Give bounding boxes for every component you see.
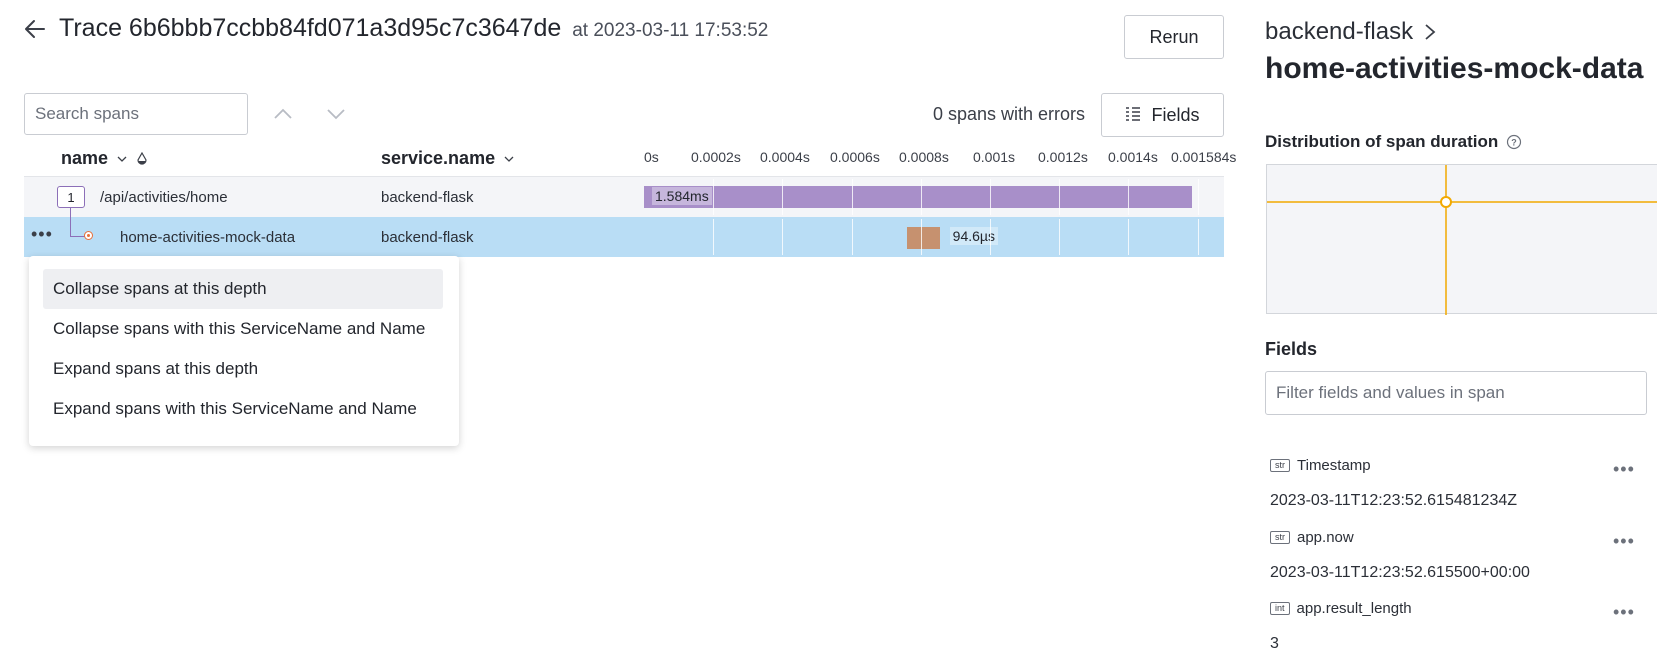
page-title: Trace 6b6bbb7ccbb84fd071a3d95c7c3647de a… (59, 14, 768, 43)
distribution-title-text: Distribution of span duration (1265, 132, 1499, 151)
field-value: 2023-03-11T12:23:52.615500+00:00 (1270, 564, 1530, 581)
help-icon[interactable]: ? (1506, 134, 1522, 150)
service-name-link[interactable]: backend-flask (1265, 18, 1413, 46)
span-duration-bar (906, 227, 940, 249)
name-column-header[interactable]: name (61, 148, 148, 169)
errors-count: 0 spans with errors (932, 104, 1085, 124)
span-service: backend-flask (381, 229, 474, 246)
selected-span-name: home-activities-mock-data (1265, 52, 1644, 85)
timeline-gridline (782, 179, 784, 215)
rerun-button[interactable]: Rerun (1124, 15, 1224, 59)
field-key: int app.result_length (1270, 600, 1412, 617)
fields-section-title: Fields (1265, 339, 1318, 359)
field-key: str Timestamp (1270, 457, 1371, 474)
timeline-gridline (920, 179, 922, 215)
field-more-icon[interactable]: ••• (1613, 602, 1635, 623)
timeline-tick: 0.001584s (1171, 149, 1237, 165)
timeline-gridline (1128, 179, 1130, 215)
timeline-gridline (1059, 219, 1061, 255)
more-options-icon[interactable]: ••• (31, 225, 53, 243)
name-column-label: name (61, 148, 109, 168)
timeline-gridline (851, 219, 853, 255)
menu-collapse-service-name[interactable]: Collapse spans with this ServiceName and… (43, 309, 443, 349)
span-timeline: 94.6µs (640, 219, 1200, 255)
duration-distribution-chart[interactable] (1266, 164, 1657, 315)
timeline-gridline (782, 219, 784, 255)
chevron-down-icon[interactable] (318, 96, 354, 132)
field-type-badge: str (1270, 459, 1290, 472)
fields-button[interactable]: Fields (1101, 93, 1224, 137)
trace-timestamp: at 2023-03-11 17:53:52 (572, 20, 769, 41)
timeline-gridline (713, 179, 715, 215)
span-duration-bar (644, 186, 1192, 208)
filter-fields-input[interactable] (1265, 371, 1647, 415)
timeline-tick: 0.0014s (1108, 149, 1158, 165)
timeline-tick: 0.0006s (830, 149, 880, 165)
service-breadcrumb[interactable]: backend-flask (1265, 18, 1437, 46)
timeline-gridline (1197, 179, 1199, 215)
svg-text:?: ? (1512, 138, 1518, 148)
fields-button-label: Fields (1151, 104, 1200, 125)
field-type-badge: str (1270, 531, 1290, 544)
color-by-icon[interactable] (136, 151, 148, 166)
span-name: home-activities-mock-data (120, 229, 296, 246)
distribution-title: Distribution of span duration ? (1265, 132, 1522, 152)
chevron-right-icon (1425, 24, 1436, 40)
field-more-icon[interactable]: ••• (1613, 459, 1635, 480)
field-key-label: app.now (1297, 529, 1354, 546)
timeline-gridline (989, 179, 991, 215)
span-context-menu: Collapse spans at this depth Collapse sp… (29, 256, 459, 446)
menu-collapse-depth[interactable]: Collapse spans at this depth (43, 269, 443, 309)
span-duration-label: 1.584ms (652, 187, 712, 205)
field-more-icon[interactable]: ••• (1613, 531, 1635, 552)
timeline-gridline (1059, 179, 1061, 215)
span-timeline: 1.584ms (640, 179, 1200, 215)
timeline-tick: 0.0002s (691, 149, 741, 165)
timeline-gridline (920, 219, 922, 255)
search-spans-input[interactable] (24, 93, 248, 135)
columns-icon (1126, 107, 1141, 121)
timeline-tick: 0.0004s (760, 149, 810, 165)
field-key-label: Timestamp (1297, 457, 1371, 474)
field-key: str app.now (1270, 529, 1354, 546)
field-value: 2023-03-11T12:23:52.615481234Z (1270, 492, 1518, 509)
span-name: /api/activities/home (100, 189, 228, 206)
timeline-tick: 0.001s (973, 149, 1016, 165)
sort-chevron-icon[interactable] (503, 153, 515, 165)
field-key-label: app.result_length (1296, 600, 1412, 617)
span-service: backend-flask (381, 189, 474, 206)
timeline-gridline (851, 179, 853, 215)
field-type-badge: int (1270, 602, 1290, 615)
timeline-tick: 0.0012s (1038, 149, 1088, 165)
chevron-up-icon[interactable] (265, 96, 301, 132)
timeline-tick: 0s (644, 149, 659, 165)
timeline-gridline (989, 219, 991, 255)
menu-expand-service-name[interactable]: Expand spans with this ServiceName and N… (43, 389, 443, 429)
trace-id-title: Trace 6b6bbb7ccbb84fd071a3d95c7c3647de (59, 14, 562, 42)
timeline-gridline (1128, 219, 1130, 255)
child-count-badge[interactable]: 1 (57, 186, 85, 208)
service-column-header[interactable]: service.name (381, 148, 515, 169)
span-node-icon (84, 231, 93, 240)
sort-chevron-icon[interactable] (116, 153, 128, 165)
service-column-label: service.name (381, 148, 496, 168)
timeline-gridline (713, 219, 715, 255)
menu-expand-depth[interactable]: Expand spans at this depth (43, 349, 443, 389)
timeline-gridline (1197, 219, 1199, 255)
field-value: 3 (1270, 635, 1279, 652)
chart-point (1440, 196, 1452, 208)
back-arrow-icon[interactable] (22, 16, 48, 42)
timeline-tick: 0.0008s (899, 149, 949, 165)
